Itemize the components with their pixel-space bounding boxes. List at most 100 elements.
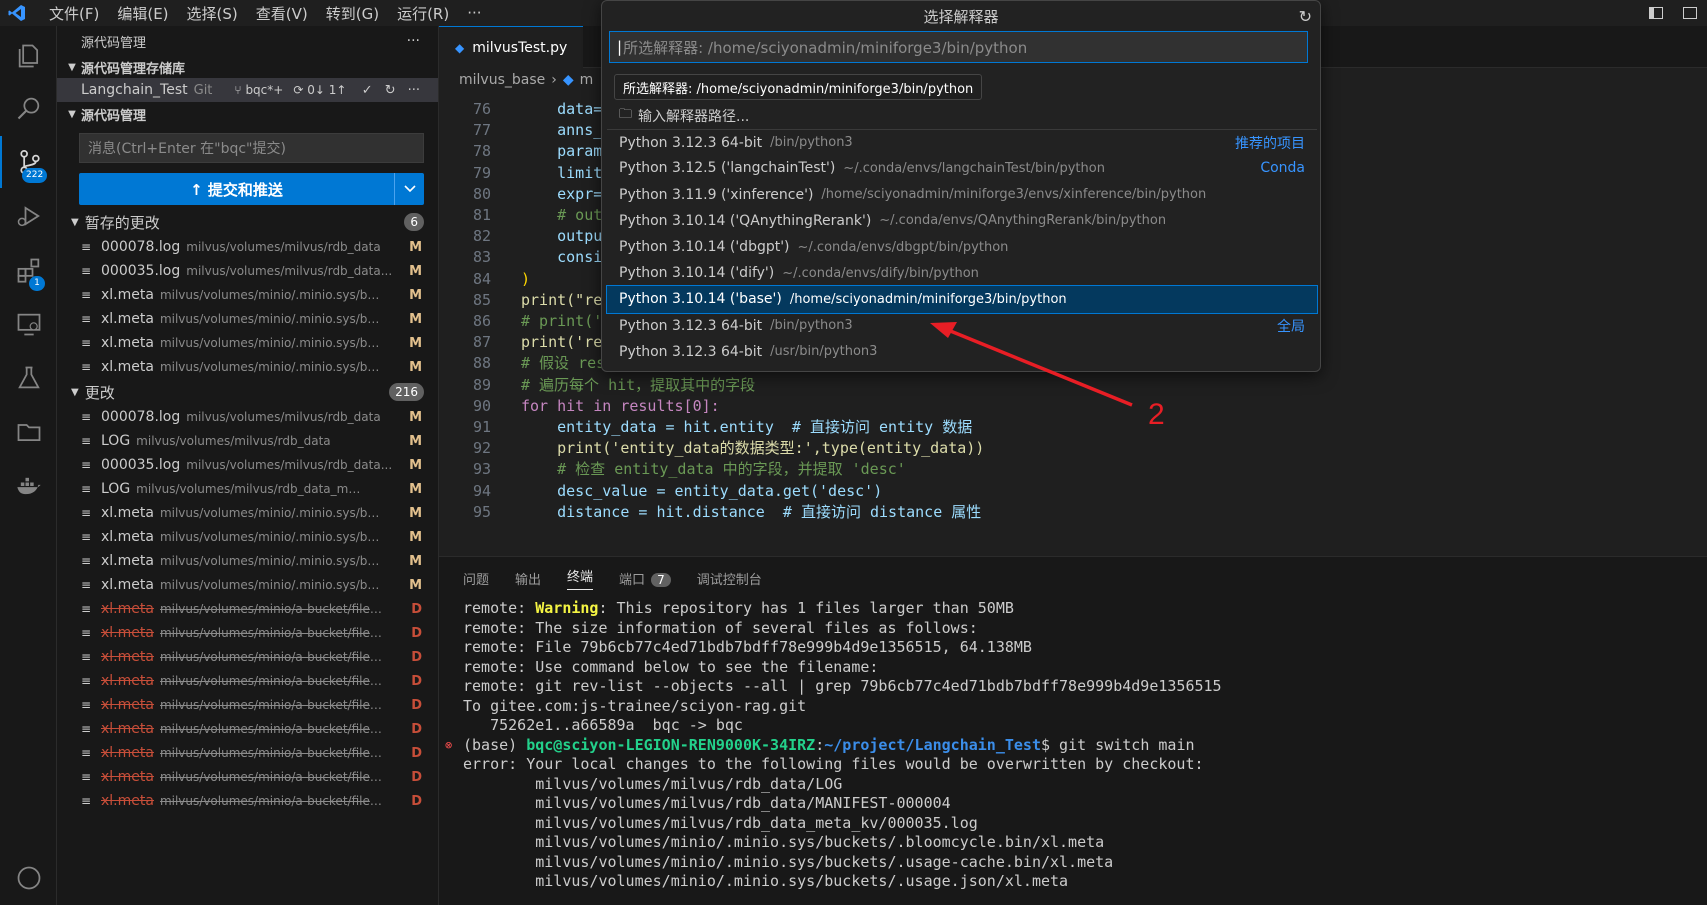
- file-row[interactable]: ≡ xl.meta milvus/volumes/minio/.minio.sys/…: [57, 307, 438, 331]
- interpreter-item[interactable]: Python 3.11.9 ('xinference') /home/sciyon…: [607, 182, 1317, 208]
- commit-and-push-button[interactable]: ↑ 提交和推送: [79, 173, 424, 205]
- file-icon: ≡: [81, 288, 92, 302]
- file-status: M: [409, 311, 422, 327]
- file-name: xl.meta: [101, 793, 154, 809]
- staged-changes-header[interactable]: ▼ 暂存的更改 6: [57, 209, 438, 235]
- file-row[interactable]: ≡ xl.meta milvus/volumes/minio/a-bucket/fi…: [57, 789, 438, 813]
- interpreter-name: Python 3.10.14 ('QAnythingRerank'): [619, 212, 872, 229]
- tab-label: milvusTest.py: [472, 39, 568, 56]
- file-row[interactable]: ≡ xl.meta milvus/volumes/minio/a-bucket/fi…: [57, 765, 438, 789]
- file-icon: ≡: [81, 794, 92, 808]
- file-name: xl.meta: [101, 359, 154, 375]
- staged-label: 暂存的更改: [84, 213, 160, 232]
- menu-selection[interactable]: 选择(S): [178, 3, 247, 24]
- commit-check-icon[interactable]: ✓: [362, 83, 373, 98]
- scm-section-label: 源代码管理: [81, 108, 147, 124]
- repo-more-icon[interactable]: ···: [408, 83, 420, 98]
- tab-output[interactable]: 输出: [515, 569, 541, 588]
- tab-problems[interactable]: 问题: [463, 569, 489, 588]
- file-path: milvus/volumes/minio/a-bucket/files/...: [159, 722, 385, 736]
- menu-go[interactable]: 转到(G): [317, 3, 388, 24]
- file-row[interactable]: ≡ LOG milvus/volumes/milvus/rdb_data_meta_…: [57, 477, 438, 501]
- more-actions-icon[interactable]: ···: [407, 33, 420, 49]
- file-row[interactable]: ≡ xl.meta milvus/volumes/minio/.minio.sys/…: [57, 331, 438, 355]
- commit-dropdown-chevron-icon[interactable]: [394, 173, 424, 205]
- toggle-panel-icon[interactable]: [1673, 0, 1707, 26]
- interpreter-item[interactable]: Python 3.12.3 64-bit/usr/bin/python3: [607, 339, 1317, 365]
- tab-debug-console[interactable]: 调试控制台: [697, 569, 762, 588]
- scm-section-header[interactable]: ▼ 源代码管理: [57, 103, 438, 125]
- file-row[interactable]: ≡ xl.meta milvus/volumes/minio/a-bucket/fi…: [57, 645, 438, 669]
- file-row[interactable]: ≡ 000078.log milvus/volumes/milvus/rdb_dat…: [57, 235, 438, 259]
- file-status: M: [409, 433, 422, 449]
- breadcrumb-file[interactable]: m: [580, 72, 594, 88]
- menu-edit[interactable]: 编辑(E): [108, 3, 177, 24]
- refresh-icon[interactable]: ↻: [1299, 7, 1312, 26]
- extensions-icon[interactable]: 1: [0, 244, 57, 296]
- tab-ports[interactable]: 端口 7: [619, 569, 671, 588]
- account-icon[interactable]: [0, 852, 57, 904]
- remote-explorer-icon[interactable]: [0, 298, 57, 350]
- line-number: 78: [472, 142, 491, 161]
- run-debug-icon[interactable]: [0, 190, 57, 242]
- file-row[interactable]: ≡ xl.meta milvus/volumes/minio/.minio.sys/…: [57, 501, 438, 525]
- line-number: 82: [472, 227, 491, 246]
- file-row[interactable]: ≡ LOG milvus/volumes/milvus/rdb_data M: [57, 429, 438, 453]
- file-row[interactable]: ≡ xl.meta milvus/volumes/minio/a-bucket/fi…: [57, 669, 438, 693]
- source-control-icon[interactable]: 222: [0, 136, 57, 188]
- tooltip-text: 所选解释器: /home/sciyonadmin/miniforge3/bin/…: [623, 81, 974, 97]
- branch-indicator[interactable]: ⑂ bqc*+: [234, 83, 283, 97]
- terminal-output[interactable]: remote: Warning: This repository has 1 f…: [445, 599, 1222, 892]
- interpreter-name: Python 3.10.14 ('dify'): [619, 265, 775, 282]
- toggle-sidebar-icon[interactable]: [1639, 0, 1673, 26]
- file-status: M: [409, 239, 422, 255]
- file-row[interactable]: ≡ xl.meta milvus/volumes/minio/.minio.sys/…: [57, 573, 438, 597]
- interpreter-item[interactable]: Python 3.10.14 ('QAnythingRerank') ~/.con…: [607, 208, 1317, 234]
- tab-terminal[interactable]: 终端: [567, 566, 594, 590]
- file-row[interactable]: ≡ 000035.log milvus/volumes/milvus/rdb_dat…: [57, 259, 438, 283]
- file-row[interactable]: ≡ xl.meta milvus/volumes/minio/.minio.sys/…: [57, 355, 438, 379]
- file-row[interactable]: ≡ 000035.log milvus/volumes/milvus/rdb_dat…: [57, 453, 438, 477]
- docker-icon[interactable]: [0, 460, 57, 512]
- file-row[interactable]: ≡ xl.meta milvus/volumes/minio/a-bucket/fi…: [57, 597, 438, 621]
- file-row[interactable]: ≡ xl.meta milvus/volumes/minio/.minio.sys/…: [57, 549, 438, 573]
- explorer-icon[interactable]: [0, 30, 57, 82]
- interpreter-item[interactable]: Python 3.12.5 ('langchainTest') ~/.conda/…: [607, 155, 1317, 181]
- menu-run[interactable]: 运行(R): [388, 3, 458, 24]
- repos-section-header[interactable]: ▼ 源代码管理存储库: [57, 56, 438, 78]
- enter-interpreter-path-item[interactable]: 🗀 输入解释器路径...: [607, 103, 1317, 129]
- interpreter-item[interactable]: Python 3.10.14 ('dbgpt') ~/.conda/envs/db…: [607, 234, 1317, 260]
- interpreter-search-input[interactable]: | 所选解释器: /home/sciyonadmin/miniforge3/bi…: [609, 31, 1308, 63]
- folder-icon[interactable]: [0, 406, 57, 458]
- tab-milvustest[interactable]: ◆ milvusTest.py: [439, 26, 584, 68]
- chevron-down-icon: ▼: [71, 216, 79, 228]
- interpreter-item[interactable]: Python 3.10.14 ('base') /home/sciyonadmin…: [606, 285, 1318, 314]
- file-row[interactable]: ≡ xl.meta milvus/volumes/minio/.minio.sys/…: [57, 283, 438, 307]
- file-path: milvus/volumes/minio/.minio.sys/buc...: [159, 336, 385, 350]
- testing-icon[interactable]: [0, 352, 57, 404]
- repo-row[interactable]: Langchain_Test Git ⑂ bqc*+ ⟳ 0↓ 1↑ ✓ ↻ ·…: [57, 78, 438, 102]
- menu-view[interactable]: 查看(V): [247, 3, 317, 24]
- refresh-icon[interactable]: ↻: [385, 83, 396, 98]
- file-row[interactable]: ≡ 000078.log milvus/volumes/milvus/rdb_dat…: [57, 405, 438, 429]
- interpreter-item[interactable]: Python 3.12.3 64-bit/bin/python3 全局: [607, 313, 1317, 339]
- menu-file[interactable]: 文件(F): [40, 3, 108, 24]
- file-icon: ≡: [81, 770, 92, 784]
- changes-header[interactable]: ▼ 更改 216: [57, 379, 438, 405]
- file-row[interactable]: ≡ xl.meta milvus/volumes/minio/a-bucket/fi…: [57, 621, 438, 645]
- file-row[interactable]: ≡ xl.meta milvus/volumes/minio/.minio.sys/…: [57, 525, 438, 549]
- file-row[interactable]: ≡ xl.meta milvus/volumes/minio/a-bucket/fi…: [57, 741, 438, 765]
- menu-more[interactable]: ···: [458, 4, 490, 22]
- interpreter-item[interactable]: Python 3.12.3 64-bit/bin/python3 推荐的项目: [607, 129, 1317, 155]
- line-number: 89: [472, 375, 491, 394]
- breadcrumb-folder[interactable]: milvus_base: [459, 72, 545, 88]
- terminal-line: remote: Warning: This repository has 1 f…: [463, 599, 1014, 617]
- search-icon[interactable]: [0, 82, 57, 134]
- file-row[interactable]: ≡ xl.meta milvus/volumes/minio/a-bucket/fi…: [57, 693, 438, 717]
- file-name: xl.meta: [101, 745, 154, 761]
- file-name: xl.meta: [101, 335, 154, 351]
- file-row[interactable]: ≡ xl.meta milvus/volumes/minio/a-bucket/fi…: [57, 717, 438, 741]
- sync-indicator[interactable]: ⟳ 0↓ 1↑: [293, 83, 346, 97]
- commit-message-input[interactable]: 消息(Ctrl+Enter 在"bqc"提交): [79, 133, 424, 163]
- interpreter-item[interactable]: Python 3.10.14 ('dify') ~/.conda/envs/dif…: [607, 260, 1317, 286]
